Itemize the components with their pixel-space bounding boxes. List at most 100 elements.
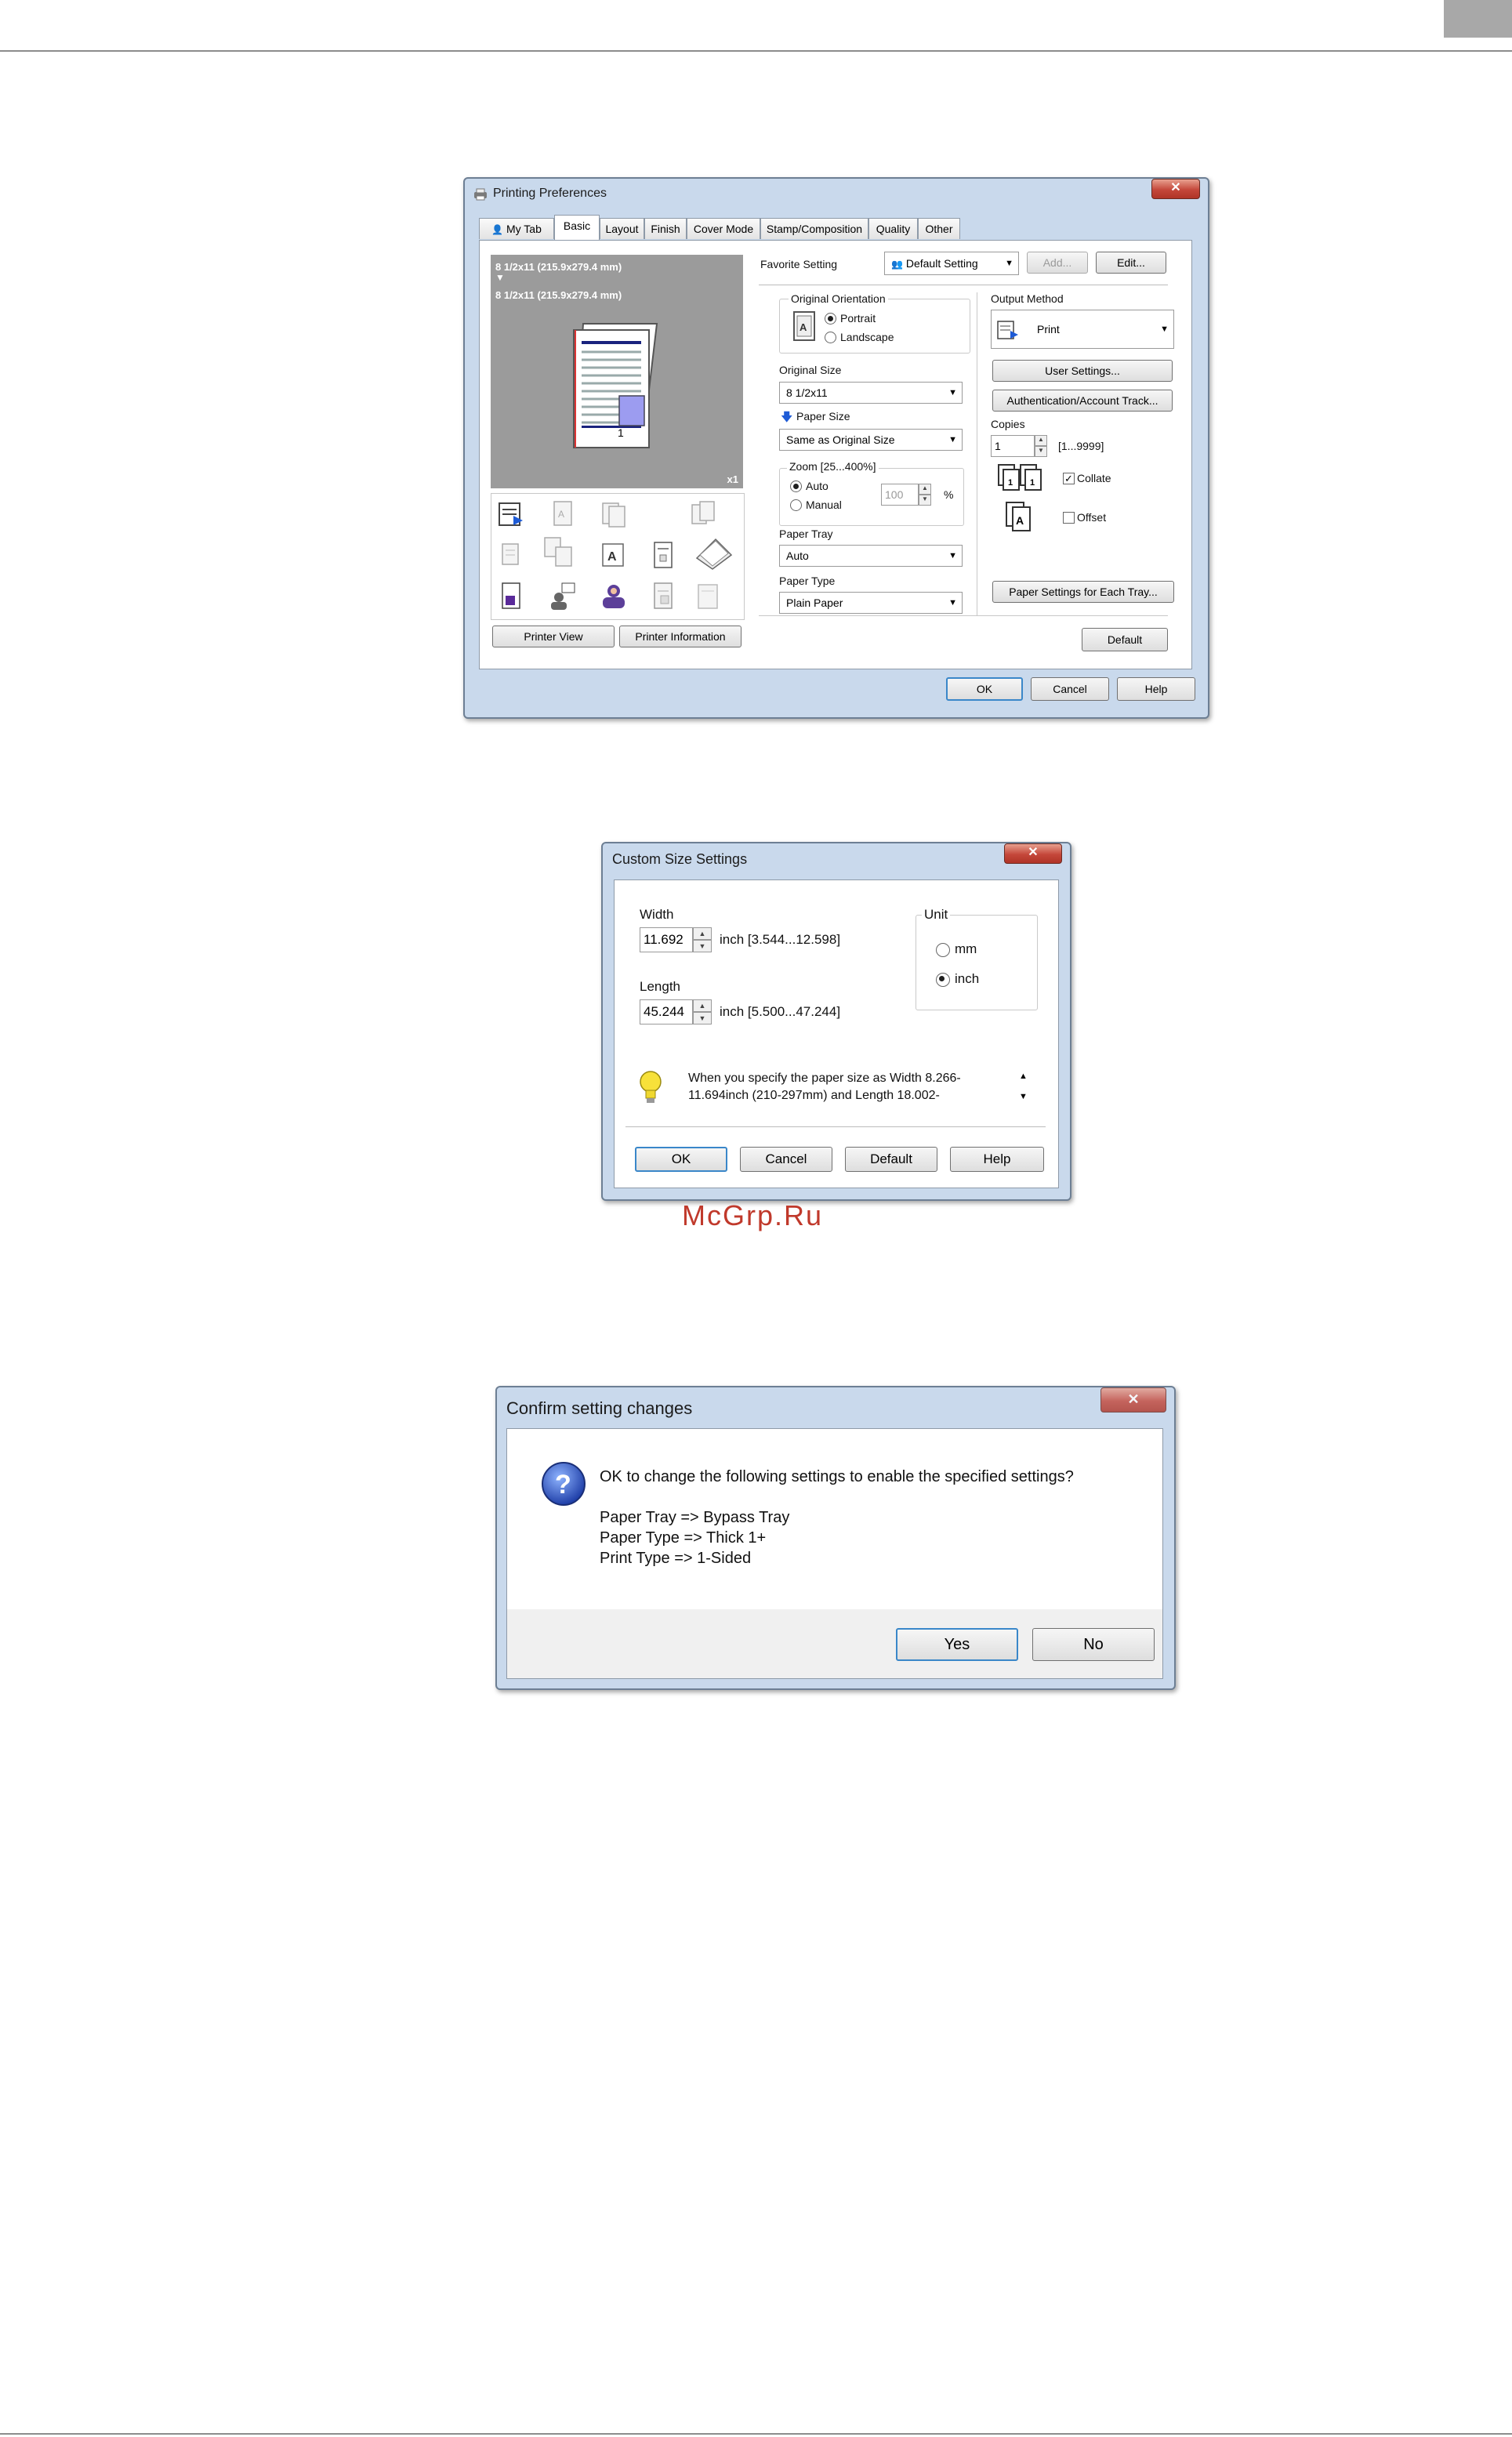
page-corner-tab xyxy=(1444,0,1512,38)
tab-layout[interactable]: Layout xyxy=(600,218,644,239)
copies-spin-up[interactable]: ▲ xyxy=(1035,435,1047,446)
paper-type-label: Paper Type xyxy=(779,575,836,587)
tab-finish[interactable]: Finish xyxy=(644,218,687,239)
printer-information-button[interactable]: Printer Information xyxy=(619,626,741,647)
close-icon[interactable]: ✕ xyxy=(1151,179,1200,199)
portrait-radio[interactable] xyxy=(825,313,836,325)
page-top-rule xyxy=(0,50,1512,52)
account-icon[interactable] xyxy=(598,580,629,611)
paper-type-select[interactable]: Plain Paper ▼ xyxy=(779,592,963,614)
length-spin-down[interactable]: ▼ xyxy=(693,1012,712,1024)
zoom-input[interactable]: 100 xyxy=(881,484,919,506)
length-input[interactable]: 45.244 xyxy=(640,999,693,1024)
width-label: Width xyxy=(640,907,674,922)
width-spin-up[interactable]: ▲ xyxy=(693,927,712,940)
svg-text:A: A xyxy=(558,509,564,520)
copies-spin-down[interactable]: ▼ xyxy=(1035,446,1047,457)
printer-view-button[interactable]: Printer View xyxy=(492,626,615,647)
paper-tray-select[interactable]: Auto ▼ xyxy=(779,545,963,567)
close-icon[interactable]: ✕ xyxy=(1100,1387,1166,1413)
tab-other[interactable]: Other xyxy=(918,218,960,239)
favorite-setting-select[interactable]: 👥 Default Setting ▼ xyxy=(884,252,1019,275)
preview-size-bottom: 8 1/2x11 (215.9x279.4 mm) xyxy=(495,289,622,301)
cancel-button[interactable]: Cancel xyxy=(1031,677,1109,701)
ok-button[interactable]: OK xyxy=(946,677,1023,701)
cancel-button[interactable]: Cancel xyxy=(740,1147,832,1172)
color-icon[interactable] xyxy=(496,580,528,611)
offset-label: Offset xyxy=(1077,511,1107,524)
preview-arrow: ▼ xyxy=(495,272,505,283)
confirm-line-2: Paper Type => Thick 1+ xyxy=(600,1529,767,1547)
tab-quality[interactable]: Quality xyxy=(868,218,918,239)
print-output-icon[interactable] xyxy=(496,499,528,530)
width-input[interactable]: 11.692 xyxy=(640,927,693,952)
offset-checkbox[interactable] xyxy=(1063,512,1075,524)
template-icon[interactable] xyxy=(648,580,680,611)
page-number-icon[interactable] xyxy=(648,539,680,571)
authentication-button[interactable]: Authentication/Account Track... xyxy=(992,390,1173,412)
length-range: inch [5.500...47.244] xyxy=(720,1004,841,1019)
paper-size-select[interactable]: Same as Original Size ▼ xyxy=(779,429,963,451)
user-settings-button[interactable]: User Settings... xyxy=(992,360,1173,382)
chevron-down-icon: ▼ xyxy=(948,598,957,607)
ok-button[interactable]: OK xyxy=(635,1147,727,1172)
landscape-radio[interactable] xyxy=(825,332,836,343)
tab-stamp-composition[interactable]: Stamp/Composition xyxy=(760,218,868,239)
paper-tray-label: Paper Tray xyxy=(779,528,833,540)
help-button[interactable]: Help xyxy=(1117,677,1195,701)
zoom-auto-label: Auto xyxy=(806,480,829,492)
text-stamp-icon[interactable]: A xyxy=(598,539,629,571)
default-button[interactable]: Default xyxy=(1082,628,1168,651)
scroll-down-icon[interactable]: ▼ xyxy=(1019,1092,1028,1101)
portrait-label: Portrait xyxy=(840,312,876,325)
user-settings-icon[interactable] xyxy=(548,580,579,611)
unit-inch-radio[interactable] xyxy=(936,973,950,987)
zoom-manual-radio[interactable] xyxy=(790,499,802,511)
paper-stack-icon[interactable] xyxy=(692,535,734,571)
length-spin-up[interactable]: ▲ xyxy=(693,999,712,1012)
confirm-window: Confirm setting changes ✕ ? OK to change… xyxy=(495,1386,1176,1690)
printer-icon xyxy=(473,188,488,201)
lightbulb-icon xyxy=(636,1068,665,1106)
tab-basic[interactable]: Basic xyxy=(554,215,600,240)
svg-text:1: 1 xyxy=(1030,478,1035,488)
combine-icon[interactable] xyxy=(496,539,528,571)
confirm-line-3: Print Type => 1-Sided xyxy=(600,1550,752,1567)
output-method-select[interactable]: Print ▼ xyxy=(991,310,1174,349)
original-orientation-label: Original Orientation xyxy=(789,292,888,305)
edit-button[interactable]: Edit... xyxy=(1096,252,1166,274)
window-title: Custom Size Settings xyxy=(612,851,748,867)
unit-group xyxy=(916,915,1038,1010)
tab-my-tab[interactable]: 👤 My Tab xyxy=(479,218,554,239)
default-button[interactable]: Default xyxy=(845,1147,937,1172)
copies-input[interactable]: 1 xyxy=(991,435,1035,457)
landscape-label: Landscape xyxy=(840,331,894,343)
duplex-icon[interactable] xyxy=(598,499,629,530)
yes-button[interactable]: Yes xyxy=(896,1628,1018,1661)
staple-icon[interactable]: A xyxy=(548,499,579,530)
zoom-spin-up[interactable]: ▲ xyxy=(919,484,931,495)
question-icon: ? xyxy=(540,1460,587,1507)
width-spin-down[interactable]: ▼ xyxy=(693,940,712,952)
booklet-icon[interactable] xyxy=(687,499,719,530)
chevron-down-icon: ▼ xyxy=(948,435,957,444)
collate-checkbox[interactable]: ✓ xyxy=(1063,473,1075,484)
paper-settings-each-tray-button[interactable]: Paper Settings for Each Tray... xyxy=(992,581,1174,603)
page-bottom-rule xyxy=(0,2433,1512,2435)
tray-icon[interactable] xyxy=(692,580,723,611)
zoom-auto-radio[interactable] xyxy=(790,481,802,492)
favorite-setting-label: Favorite Setting xyxy=(760,258,838,270)
tab-cover-mode[interactable]: Cover Mode xyxy=(687,218,760,239)
punch-icon[interactable] xyxy=(542,535,573,567)
close-icon[interactable]: ✕ xyxy=(1004,843,1062,864)
unit-mm-radio[interactable] xyxy=(936,943,950,957)
unit-inch-label: inch xyxy=(955,971,980,986)
copies-label: Copies xyxy=(991,418,1025,430)
add-button[interactable]: Add... xyxy=(1027,252,1088,274)
confirm-question: OK to change the following settings to e… xyxy=(600,1468,1074,1485)
zoom-spin-down[interactable]: ▼ xyxy=(919,495,931,506)
original-size-select[interactable]: 8 1/2x11 ▼ xyxy=(779,382,963,404)
help-button[interactable]: Help xyxy=(950,1147,1044,1172)
no-button[interactable]: No xyxy=(1032,1628,1155,1661)
scroll-up-icon[interactable]: ▲ xyxy=(1019,1072,1028,1081)
